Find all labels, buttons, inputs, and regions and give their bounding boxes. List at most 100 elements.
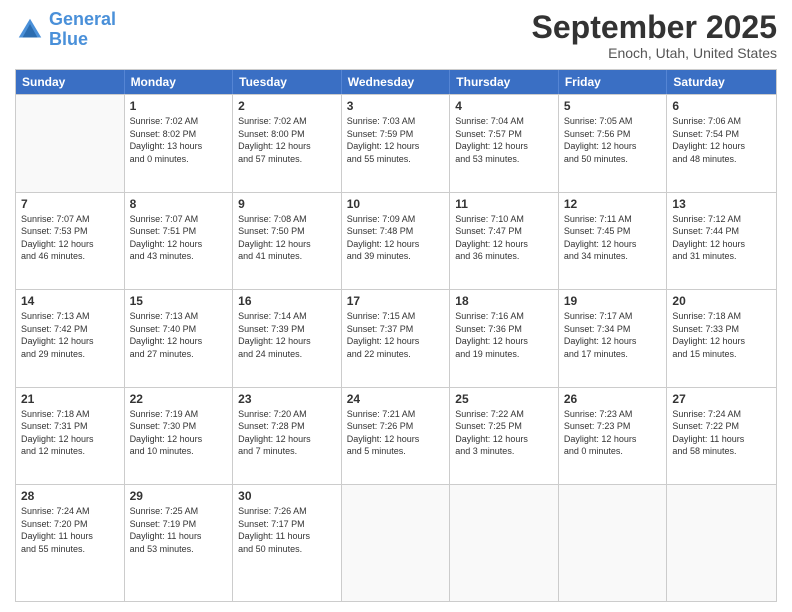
cal-cell: 25 Sunrise: 7:22 AM Sunset: 7:25 PM Dayli… <box>450 388 559 485</box>
weekday-header-thursday: Thursday <box>450 70 559 94</box>
cal-cell: 15 Sunrise: 7:13 AM Sunset: 7:40 PM Dayli… <box>125 290 234 387</box>
weekday-header-sunday: Sunday <box>16 70 125 94</box>
cal-cell: 11 Sunrise: 7:10 AM Sunset: 7:47 PM Dayli… <box>450 193 559 290</box>
day-number: 10 <box>347 197 445 211</box>
cal-cell: 26 Sunrise: 7:23 AM Sunset: 7:23 PM Dayli… <box>559 388 668 485</box>
day-number: 7 <box>21 197 119 211</box>
cal-cell: 14 Sunrise: 7:13 AM Sunset: 7:42 PM Dayli… <box>16 290 125 387</box>
day-info: Sunrise: 7:07 AM Sunset: 7:51 PM Dayligh… <box>130 213 228 263</box>
logo-icon <box>15 15 45 45</box>
cal-cell: 23Sunrise: 7:20 AM Sunset: 7:28 PM Dayli… <box>233 388 342 485</box>
cal-row-3: 21 Sunrise: 7:18 AM Sunset: 7:31 PM Dayli… <box>16 387 776 485</box>
day-info: Sunrise: 7:23 AM Sunset: 7:23 PM Dayligh… <box>564 408 662 458</box>
day-info: Sunrise: 7:20 AM Sunset: 7:28 PM Dayligh… <box>238 408 336 458</box>
day-info: Sunrise: 7:09 AM Sunset: 7:48 PM Dayligh… <box>347 213 445 263</box>
day-info: Sunrise: 7:18 AM Sunset: 7:33 PM Dayligh… <box>672 310 771 360</box>
calendar-header: SundayMondayTuesdayWednesdayThursdayFrid… <box>16 70 776 94</box>
day-info: Sunrise: 7:19 AM Sunset: 7:30 PM Dayligh… <box>130 408 228 458</box>
cal-row-1: 7 Sunrise: 7:07 AM Sunset: 7:53 PM Daylig… <box>16 192 776 290</box>
cal-cell: 7 Sunrise: 7:07 AM Sunset: 7:53 PM Daylig… <box>16 193 125 290</box>
weekday-header-friday: Friday <box>559 70 668 94</box>
weekday-header-saturday: Saturday <box>667 70 776 94</box>
day-info: Sunrise: 7:13 AM Sunset: 7:42 PM Dayligh… <box>21 310 119 360</box>
day-info: Sunrise: 7:26 AM Sunset: 7:17 PM Dayligh… <box>238 505 336 555</box>
cal-row-2: 14 Sunrise: 7:13 AM Sunset: 7:42 PM Dayli… <box>16 289 776 387</box>
day-info: Sunrise: 7:10 AM Sunset: 7:47 PM Dayligh… <box>455 213 553 263</box>
day-number: 2 <box>238 99 336 113</box>
cal-cell: 5Sunrise: 7:05 AM Sunset: 7:56 PM Daylig… <box>559 95 668 192</box>
cal-cell: 2 Sunrise: 7:02 AM Sunset: 8:00 PM Daylig… <box>233 95 342 192</box>
day-info: Sunrise: 7:11 AM Sunset: 7:45 PM Dayligh… <box>564 213 662 263</box>
cal-cell: 17Sunrise: 7:15 AM Sunset: 7:37 PM Dayli… <box>342 290 451 387</box>
weekday-header-monday: Monday <box>125 70 234 94</box>
cal-cell: 13Sunrise: 7:12 AM Sunset: 7:44 PM Dayli… <box>667 193 776 290</box>
day-number: 26 <box>564 392 662 406</box>
day-number: 15 <box>130 294 228 308</box>
logo-blue: Blue <box>49 29 88 49</box>
cal-cell: 30 Sunrise: 7:26 AM Sunset: 7:17 PM Dayli… <box>233 485 342 601</box>
cal-cell <box>559 485 668 601</box>
day-number: 21 <box>21 392 119 406</box>
cal-row-0: 1Sunrise: 7:02 AM Sunset: 8:02 PM Daylig… <box>16 94 776 192</box>
day-info: Sunrise: 7:21 AM Sunset: 7:26 PM Dayligh… <box>347 408 445 458</box>
location: Enoch, Utah, United States <box>532 45 777 61</box>
cal-cell: 28Sunrise: 7:24 AM Sunset: 7:20 PM Dayli… <box>16 485 125 601</box>
cal-cell: 24 Sunrise: 7:21 AM Sunset: 7:26 PM Dayli… <box>342 388 451 485</box>
cal-row-4: 28Sunrise: 7:24 AM Sunset: 7:20 PM Dayli… <box>16 484 776 601</box>
day-number: 29 <box>130 489 228 503</box>
cal-cell: 18Sunrise: 7:16 AM Sunset: 7:36 PM Dayli… <box>450 290 559 387</box>
day-number: 17 <box>347 294 445 308</box>
cal-cell: 16 Sunrise: 7:14 AM Sunset: 7:39 PM Dayli… <box>233 290 342 387</box>
logo-text: General Blue <box>49 10 116 50</box>
cal-cell: 29 Sunrise: 7:25 AM Sunset: 7:19 PM Dayli… <box>125 485 234 601</box>
day-info: Sunrise: 7:02 AM Sunset: 8:00 PM Dayligh… <box>238 115 336 165</box>
cal-cell: 19Sunrise: 7:17 AM Sunset: 7:34 PM Dayli… <box>559 290 668 387</box>
day-number: 30 <box>238 489 336 503</box>
calendar-body: 1Sunrise: 7:02 AM Sunset: 8:02 PM Daylig… <box>16 94 776 601</box>
day-info: Sunrise: 7:05 AM Sunset: 7:56 PM Dayligh… <box>564 115 662 165</box>
cal-cell <box>667 485 776 601</box>
day-info: Sunrise: 7:14 AM Sunset: 7:39 PM Dayligh… <box>238 310 336 360</box>
day-info: Sunrise: 7:06 AM Sunset: 7:54 PM Dayligh… <box>672 115 771 165</box>
cal-cell: 8 Sunrise: 7:07 AM Sunset: 7:51 PM Daylig… <box>125 193 234 290</box>
day-number: 6 <box>672 99 771 113</box>
day-number: 16 <box>238 294 336 308</box>
cal-cell <box>450 485 559 601</box>
day-info: Sunrise: 7:16 AM Sunset: 7:36 PM Dayligh… <box>455 310 553 360</box>
cal-cell: 20 Sunrise: 7:18 AM Sunset: 7:33 PM Dayli… <box>667 290 776 387</box>
day-info: Sunrise: 7:03 AM Sunset: 7:59 PM Dayligh… <box>347 115 445 165</box>
day-number: 24 <box>347 392 445 406</box>
day-info: Sunrise: 7:13 AM Sunset: 7:40 PM Dayligh… <box>130 310 228 360</box>
logo-general: General <box>49 9 116 29</box>
day-number: 4 <box>455 99 553 113</box>
cal-cell: 1Sunrise: 7:02 AM Sunset: 8:02 PM Daylig… <box>125 95 234 192</box>
day-info: Sunrise: 7:12 AM Sunset: 7:44 PM Dayligh… <box>672 213 771 263</box>
day-info: Sunrise: 7:18 AM Sunset: 7:31 PM Dayligh… <box>21 408 119 458</box>
day-number: 14 <box>21 294 119 308</box>
day-info: Sunrise: 7:17 AM Sunset: 7:34 PM Dayligh… <box>564 310 662 360</box>
day-number: 25 <box>455 392 553 406</box>
weekday-header-tuesday: Tuesday <box>233 70 342 94</box>
cal-cell <box>342 485 451 601</box>
day-info: Sunrise: 7:24 AM Sunset: 7:22 PM Dayligh… <box>672 408 771 458</box>
day-number: 27 <box>672 392 771 406</box>
day-info: Sunrise: 7:25 AM Sunset: 7:19 PM Dayligh… <box>130 505 228 555</box>
header: General Blue September 2025 Enoch, Utah,… <box>15 10 777 61</box>
cal-cell: 21 Sunrise: 7:18 AM Sunset: 7:31 PM Dayli… <box>16 388 125 485</box>
cal-cell: 27 Sunrise: 7:24 AM Sunset: 7:22 PM Dayli… <box>667 388 776 485</box>
day-info: Sunrise: 7:08 AM Sunset: 7:50 PM Dayligh… <box>238 213 336 263</box>
day-info: Sunrise: 7:22 AM Sunset: 7:25 PM Dayligh… <box>455 408 553 458</box>
day-number: 11 <box>455 197 553 211</box>
day-number: 8 <box>130 197 228 211</box>
logo: General Blue <box>15 10 116 50</box>
day-info: Sunrise: 7:07 AM Sunset: 7:53 PM Dayligh… <box>21 213 119 263</box>
day-number: 28 <box>21 489 119 503</box>
day-number: 3 <box>347 99 445 113</box>
day-number: 20 <box>672 294 771 308</box>
day-number: 1 <box>130 99 228 113</box>
page: General Blue September 2025 Enoch, Utah,… <box>0 0 792 612</box>
title-block: September 2025 Enoch, Utah, United State… <box>532 10 777 61</box>
cal-cell: 6 Sunrise: 7:06 AM Sunset: 7:54 PM Daylig… <box>667 95 776 192</box>
weekday-header-wednesday: Wednesday <box>342 70 451 94</box>
day-number: 22 <box>130 392 228 406</box>
